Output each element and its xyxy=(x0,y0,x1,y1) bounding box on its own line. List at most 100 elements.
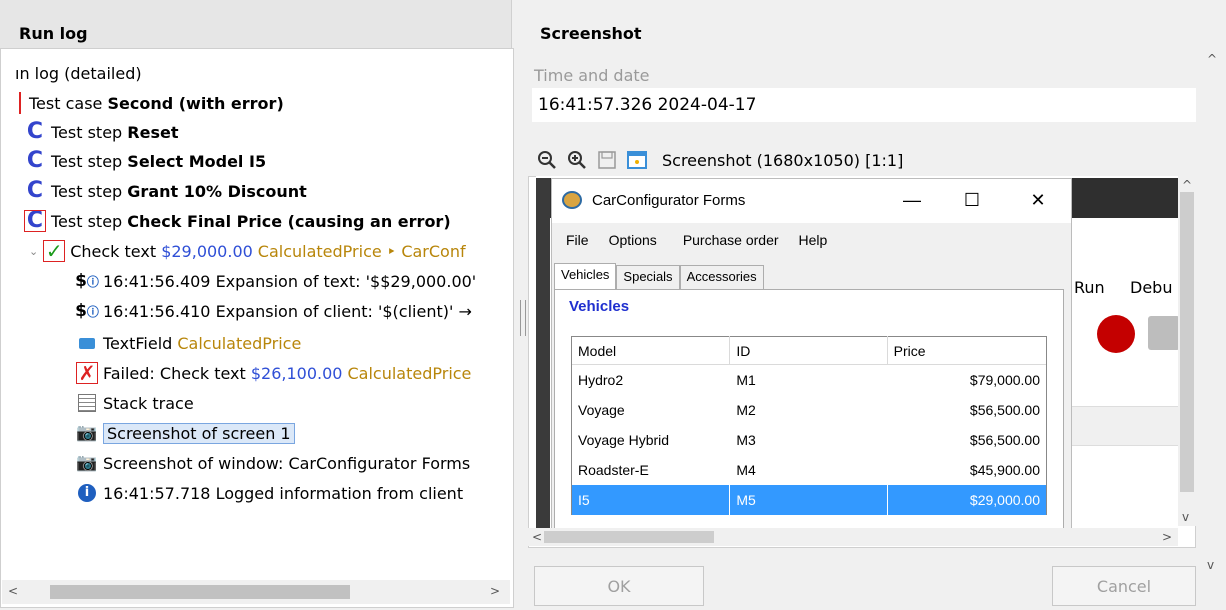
window-tabs: Vehicles Specials Accessories xyxy=(554,263,764,291)
app-logo-icon xyxy=(562,191,582,209)
tree-item-step-reset[interactable]: C Test step Reset xyxy=(25,118,179,146)
tree-item-textfield[interactable]: TextField CalculatedPrice xyxy=(77,329,301,357)
menu-options: Options xyxy=(608,232,657,248)
tree-item-name: Second (with error) xyxy=(107,93,284,113)
variable-info-icon: $ ⓘ xyxy=(75,301,99,321)
scroll-left-icon[interactable]: < xyxy=(8,584,18,598)
vehicles-table: Model ID Price Hydro2 M1 $79,000.00 Voya… xyxy=(571,335,1047,515)
zoom-in-icon[interactable] xyxy=(566,149,588,171)
cell-id: M5 xyxy=(729,485,886,515)
table-header: Model ID Price xyxy=(572,335,1046,366)
tree-item-prefix: TextField xyxy=(103,333,178,353)
window-icon[interactable] xyxy=(626,149,648,171)
carconfigurator-window: CarConfigurator Forms — ☐ ✕ File Options… xyxy=(551,178,1072,530)
failed-check-icon: ✗ xyxy=(76,361,98,385)
tree-item-check-text[interactable]: ⌄ ✓ Check text $29,000.00 CalculatedPric… xyxy=(29,237,466,265)
tree-item-component: CalculatedPrice ‣ CarConf xyxy=(257,241,466,261)
cell-price: $79,000.00 xyxy=(886,365,1046,395)
table-row-selected: I5 M5 $29,000.00 xyxy=(572,485,1046,515)
scroll-down-icon[interactable]: v xyxy=(1182,510,1189,524)
info-icon: i xyxy=(77,483,97,503)
cell-price: $56,500.00 xyxy=(886,395,1046,425)
tree-item-screenshot-screen[interactable]: 📷 Screenshot of screen 1 xyxy=(76,419,295,447)
tree-item-name: Select Model I5 xyxy=(127,151,267,171)
viewer-vertical-scrollbar[interactable]: ^ v xyxy=(1178,176,1196,526)
cell-model: Hydro2 xyxy=(578,372,624,388)
tree-item-test-case[interactable]: Test case Second (with error) xyxy=(19,89,284,117)
table-row: Voyage M2 $56,500.00 xyxy=(572,395,1046,425)
tree-item-failed-check[interactable]: ✗ Failed: Check text $26,100.00 Calculat… xyxy=(76,359,471,387)
scroll-up-icon[interactable]: ^ xyxy=(1207,52,1217,66)
test-step-icon: C xyxy=(26,178,44,203)
window-titlebar: CarConfigurator Forms — ☐ ✕ xyxy=(552,179,1071,223)
scrollbar-thumb[interactable] xyxy=(1180,192,1194,492)
time-date-label: Time and date xyxy=(534,66,650,85)
save-icon[interactable] xyxy=(596,149,618,171)
run-log-header: Run log xyxy=(0,0,512,48)
tree-item-step-discount[interactable]: C Test step Grant 10% Discount xyxy=(25,177,307,205)
tree-item-expansion-text[interactable]: $ ⓘ 16:41:56.409 Expansion of text: '$$29… xyxy=(75,267,476,295)
window-menubar: File Options Purchase order Help xyxy=(552,227,1071,253)
cell-model: Roadster-E xyxy=(578,462,649,478)
close-icon: ✕ xyxy=(1030,190,1046,210)
run-log-title: Run log xyxy=(19,24,88,43)
tree-item-prefix: Test step xyxy=(51,211,128,231)
tree-item-component: CalculatedPrice xyxy=(177,333,302,353)
tree-item-value: $26,100.00 xyxy=(250,363,343,383)
cell-id: M1 xyxy=(729,365,886,395)
tree-item-prefix: Check text xyxy=(70,241,162,261)
tab-accessories: Accessories xyxy=(679,265,764,289)
run-log-tree[interactable]: ın log (detailed) Test case Second (with… xyxy=(0,48,514,608)
chevron-down-icon[interactable]: ⌄ xyxy=(29,245,38,258)
zoom-out-icon[interactable] xyxy=(536,149,558,171)
background-stop-icon xyxy=(1148,316,1180,350)
column-header: Model xyxy=(578,342,617,359)
error-marker-icon xyxy=(19,92,21,114)
column-header: ID xyxy=(729,335,886,366)
scroll-right-icon[interactable]: > xyxy=(1162,530,1172,544)
tree-item-prefix: Failed: Check text xyxy=(103,363,251,383)
splitter-handle[interactable] xyxy=(520,300,526,336)
test-step-icon: C xyxy=(26,148,44,173)
test-step-icon: C xyxy=(26,119,44,144)
screenshot-title: Screenshot xyxy=(540,24,642,43)
tree-item-prefix: Test step xyxy=(51,181,128,201)
tree-item-step-check-price[interactable]: C Test step Check Final Price (causing a… xyxy=(24,207,451,235)
scrollbar-thumb[interactable] xyxy=(544,531,714,543)
tree-item-name: Grant 10% Discount xyxy=(127,181,307,201)
scroll-down-icon[interactable]: v xyxy=(1207,558,1214,572)
textfield-icon xyxy=(77,333,97,353)
tree-item-prefix: Test step xyxy=(51,151,128,171)
screenshot-toolbar: Screenshot (1680x1050) [1:1] xyxy=(536,146,903,174)
time-date-field[interactable]: 16:41:57.326 2024-04-17 xyxy=(532,88,1196,122)
tree-item-prefix: Test step xyxy=(51,122,128,142)
tree-item-value: $29,000.00 xyxy=(161,241,253,261)
menu-purchase-order: Purchase order xyxy=(682,232,779,248)
table-row: Voyage Hybrid M3 $56,500.00 xyxy=(572,425,1046,455)
scrollbar-thumb[interactable] xyxy=(50,585,350,599)
background-debug-label: Debu xyxy=(1130,278,1173,297)
menu-file: File xyxy=(566,232,589,248)
tree-item-logged-info[interactable]: i 16:41:57.718 Logged information from c… xyxy=(77,479,463,507)
ok-button[interactable]: OK xyxy=(534,566,704,606)
horizontal-scrollbar[interactable]: < > xyxy=(2,580,510,604)
viewer-horizontal-scrollbar[interactable]: < > xyxy=(528,528,1178,546)
tree-item-name: Reset xyxy=(127,122,179,142)
tree-item-label: Stack trace xyxy=(103,393,194,413)
section-title: Vehicles xyxy=(569,298,630,315)
tree-item-stack-trace[interactable]: Stack trace xyxy=(77,389,194,417)
tree-item-run-log[interactable]: ın log (detailed) xyxy=(15,59,142,87)
cell-price: $29,000.00 xyxy=(886,485,1046,515)
scroll-up-icon[interactable]: ^ xyxy=(1182,178,1192,192)
background-run-label: Run xyxy=(1074,278,1105,297)
right-pane-vertical-scrollbar[interactable]: ^ v xyxy=(1198,48,1226,578)
tree-item-expansion-client[interactable]: $ ⓘ 16:41:56.410 Expansion of client: '$(… xyxy=(75,297,472,325)
scroll-right-icon[interactable]: > xyxy=(490,584,500,598)
scroll-left-icon[interactable]: < xyxy=(532,530,542,544)
table-row: Hydro2 M1 $79,000.00 xyxy=(572,365,1046,395)
tree-item-label: 16:41:56.410 Expansion of client: '$(cli… xyxy=(103,301,472,321)
cancel-button[interactable]: Cancel xyxy=(1052,566,1196,606)
tab-specials: Specials xyxy=(616,265,680,289)
tree-item-screenshot-window[interactable]: 📷 Screenshot of window: CarConfigurator … xyxy=(76,449,470,477)
tree-item-step-select-model[interactable]: C Test step Select Model I5 xyxy=(25,147,266,175)
